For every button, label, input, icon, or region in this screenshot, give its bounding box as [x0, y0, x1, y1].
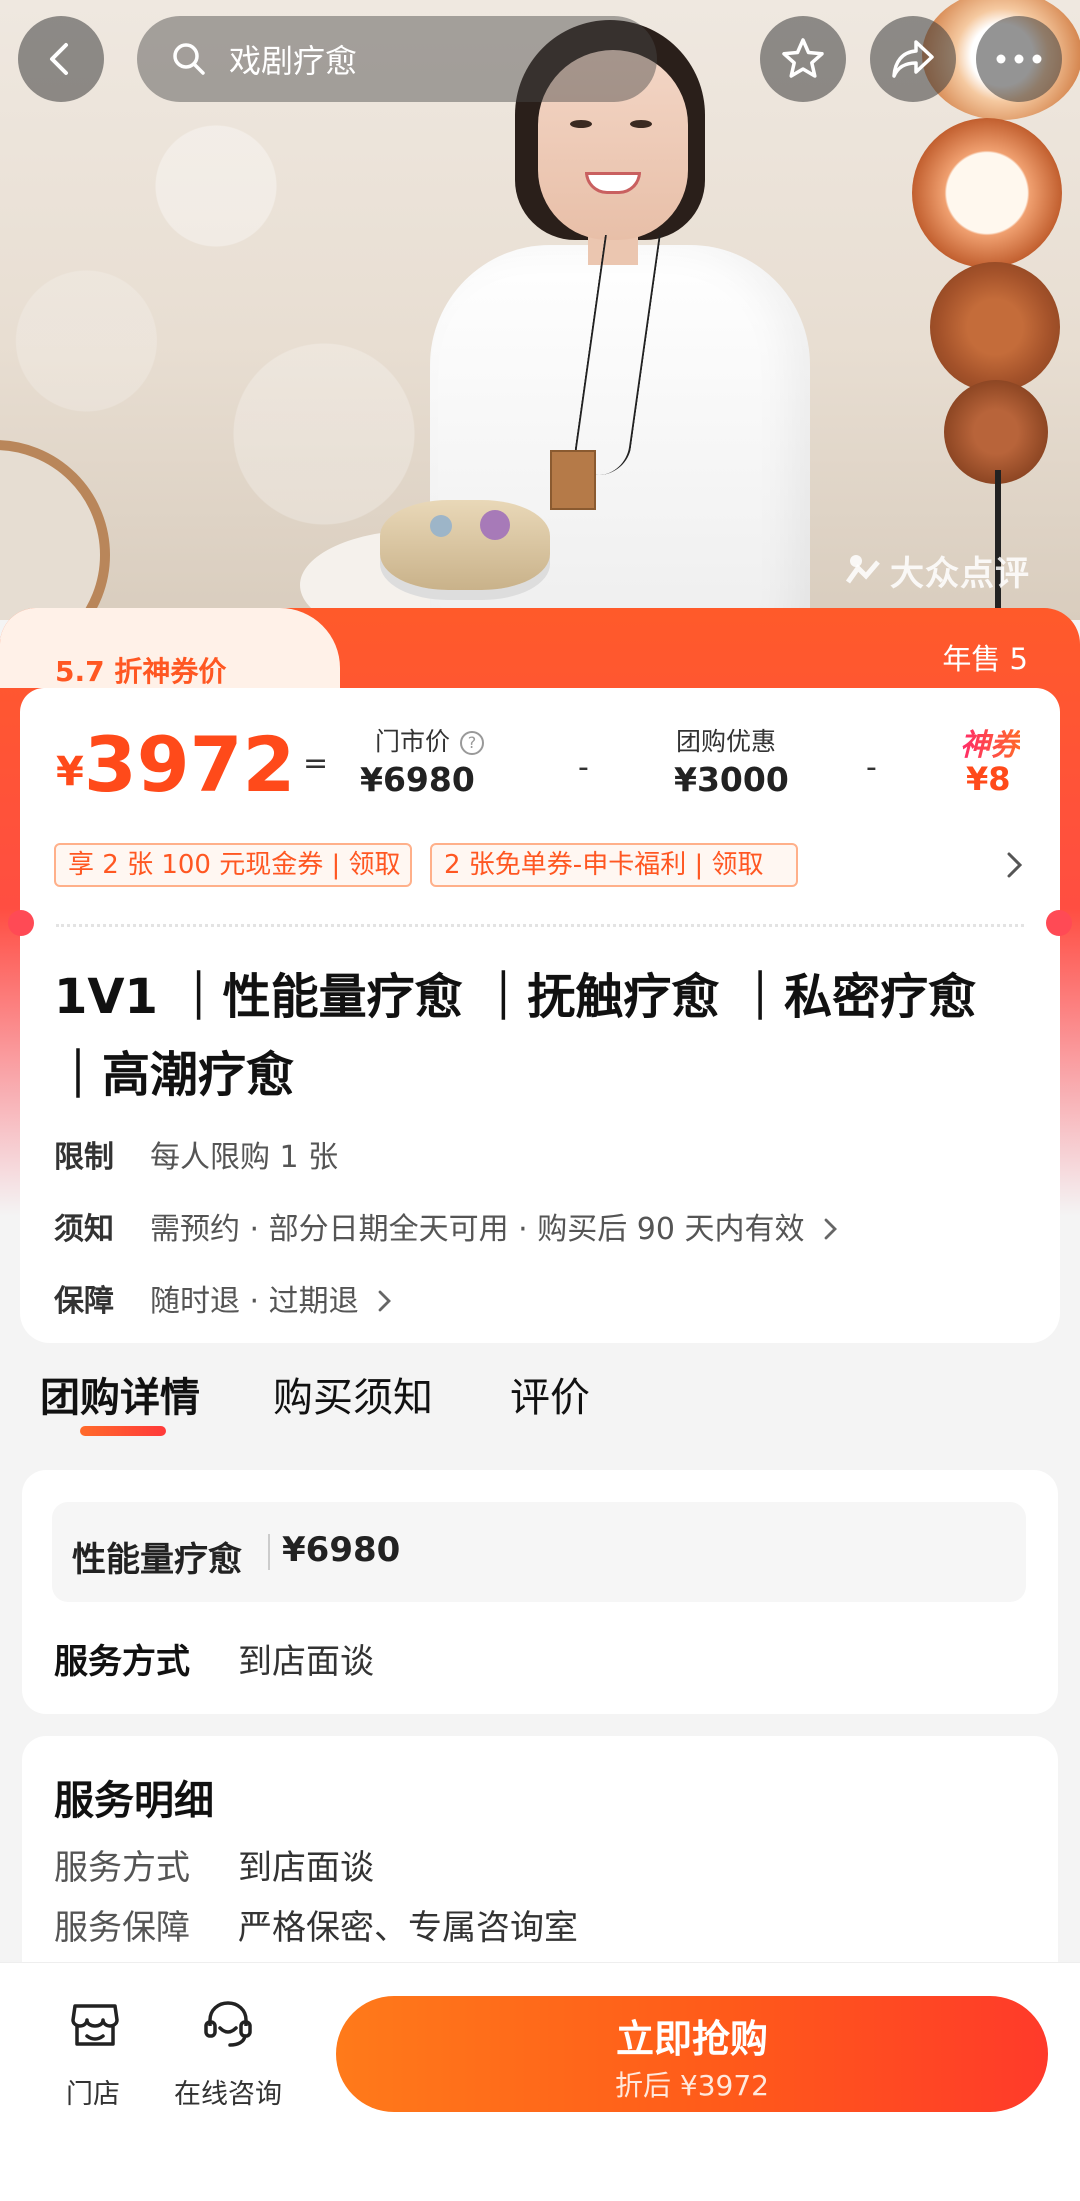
cake-decoration: [480, 510, 510, 540]
final-price-value: 3972: [83, 720, 296, 809]
person-figure: [380, 20, 840, 620]
chevron-right-icon: [824, 1218, 837, 1240]
lamp-pole: [995, 470, 1001, 620]
group-discount-label: 团购优惠: [676, 727, 777, 756]
watermark-text: 大众点评: [890, 554, 1030, 594]
chevron-right-icon[interactable]: [1002, 850, 1026, 880]
detail-key: 服务方式: [54, 1848, 190, 1888]
share-button[interactable]: [870, 16, 956, 102]
currency-symbol: ¥: [56, 749, 84, 795]
detail-value: 到店面谈: [238, 1848, 374, 1888]
store-price-label[interactable]: 门市价?: [375, 722, 485, 758]
guarantee-row[interactable]: 保障 随时退 · 过期退: [54, 1276, 394, 1320]
package-name: 性能量疗愈: [72, 1540, 242, 1580]
store-button[interactable]: 门店: [50, 1996, 140, 2116]
chevron-right-icon: [378, 1290, 392, 1312]
cake-decoration: [430, 515, 452, 537]
eye: [630, 120, 652, 128]
share-icon: [892, 40, 934, 78]
buy-now-label: 立即抢购: [615, 2017, 768, 2061]
consult-label: 在线咨询: [174, 2079, 282, 2110]
row-key: 保障: [54, 1284, 114, 1319]
store-icon: [71, 2004, 119, 2046]
help-icon[interactable]: ?: [460, 731, 485, 755]
shen-coupon-value: ¥8: [966, 760, 1011, 798]
dianping-logo-icon: [846, 555, 880, 584]
row-value: 需预约 · 部分日期全天可用 · 购买后 90 天内有效: [150, 1212, 805, 1247]
store-label: 门店: [66, 2079, 120, 2110]
service-value: 到店面谈: [238, 1642, 374, 1682]
minus-sign: -: [578, 750, 589, 785]
row-value: 每人限购 1 张: [150, 1140, 339, 1175]
search-icon: [173, 43, 205, 75]
search-bar[interactable]: 戏剧疗愈: [137, 16, 657, 102]
more-dots-icon: [996, 54, 1042, 64]
coupon-free[interactable]: 2 张免单券-申卡福利 | 领取: [430, 843, 798, 887]
final-price: ¥3972: [56, 720, 295, 809]
ticket-notch: [8, 910, 34, 936]
row-key: 限制: [54, 1140, 114, 1175]
package-price: ¥6980: [282, 1530, 401, 1570]
ticket-notch: [1046, 910, 1072, 936]
headset-icon: [204, 2001, 252, 2047]
annual-sales: 年售 5: [942, 642, 1028, 676]
limit-row: 限制 每人限购 1 张: [54, 1132, 338, 1176]
service-label: 服务方式: [54, 1642, 190, 1682]
active-tab-indicator: [80, 1426, 166, 1436]
tab-purchase-notice[interactable]: 购买须知: [273, 1365, 433, 1423]
minus-sign: -: [866, 750, 877, 785]
store-price-label-text: 门市价: [375, 727, 451, 756]
row-key: 须知: [54, 1212, 114, 1247]
consult-button[interactable]: 在线咨询: [170, 1996, 290, 2116]
notice-row[interactable]: 须知 需预约 · 部分日期全天可用 · 购买后 90 天内有效: [54, 1204, 840, 1248]
group-discount: ¥3000: [674, 760, 789, 799]
lamp-disc: [912, 118, 1062, 268]
more-button[interactable]: [976, 16, 1062, 102]
detail-key: 服务保障: [54, 1908, 190, 1948]
favorite-button[interactable]: [760, 16, 846, 102]
eye: [570, 120, 592, 128]
shen-coupon-label: 神券: [960, 720, 1020, 764]
star-icon: [782, 38, 824, 78]
back-arrow-icon: [50, 43, 68, 75]
row-value: 随时退 · 过期退: [150, 1284, 359, 1319]
tab-reviews[interactable]: 评价: [510, 1365, 590, 1423]
search-query: 戏剧疗愈: [229, 42, 358, 80]
details-title: 服务明细: [54, 1778, 214, 1824]
detail-value: 严格保密、专属咨询室: [238, 1908, 578, 1948]
cake: [380, 500, 550, 590]
pendant: [550, 450, 596, 510]
lamp-disc: [944, 380, 1048, 484]
store-price: ¥6980: [360, 760, 475, 799]
equals-sign: =: [303, 746, 329, 781]
back-button[interactable]: [18, 16, 104, 102]
lamp-disc: [930, 262, 1060, 392]
product-title: 1V1 ｜性能量疗愈 ｜抚触疗愈 ｜私密疗愈 ｜高潮疗愈: [54, 969, 977, 1103]
divider: [56, 924, 1024, 927]
divider: [268, 1534, 270, 1570]
coupon-cash[interactable]: 享 2 张 100 元现金券 | 领取: [54, 843, 412, 887]
buy-now-price: 折后 ¥3972: [615, 2069, 769, 2102]
tab-group-details[interactable]: 团购详情: [40, 1365, 200, 1423]
discount-tag: 5.7 折神券价: [55, 655, 227, 688]
